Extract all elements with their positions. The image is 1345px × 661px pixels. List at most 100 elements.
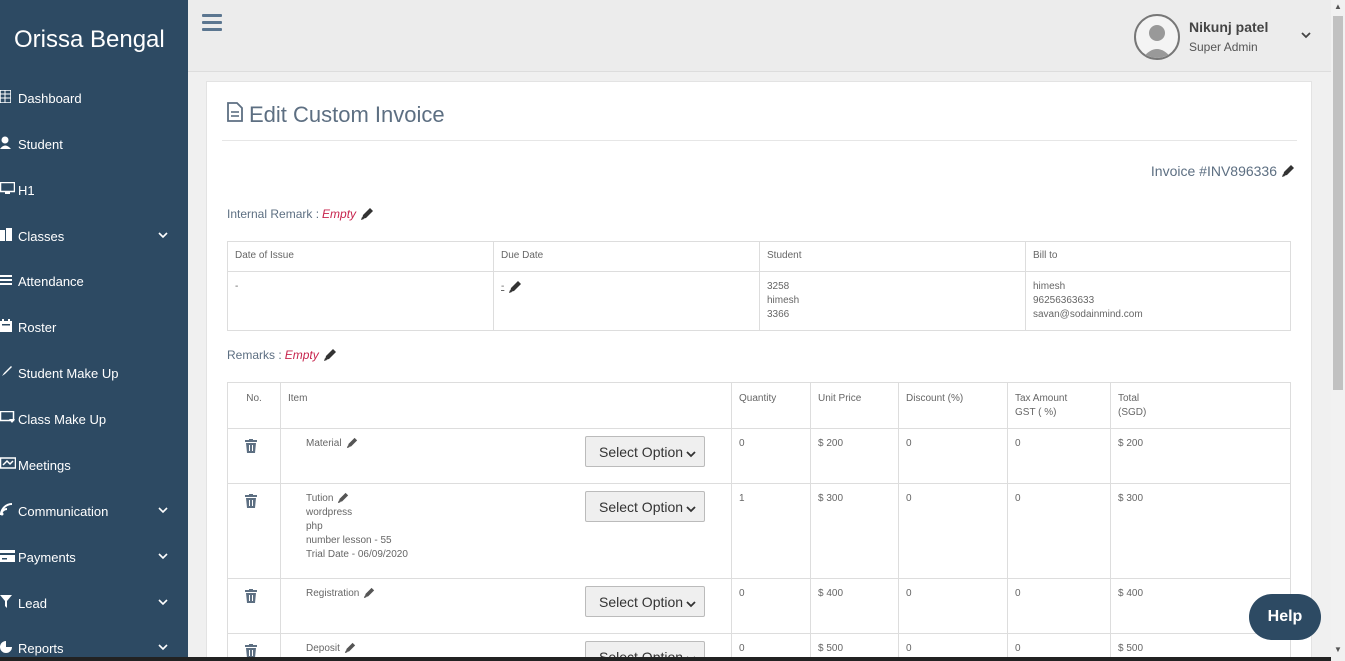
sidebar-item-attendance[interactable]: Attendance xyxy=(0,269,188,293)
item-option-select[interactable]: Select Option xyxy=(585,491,705,522)
chevron-down-icon xyxy=(158,503,168,517)
monitor-icon xyxy=(0,181,18,198)
edit-pencil-icon[interactable] xyxy=(363,587,377,601)
bill-to-line: 96256363633 xyxy=(1033,295,1095,306)
sidebar-item-student-make-up[interactable]: Student Make Up xyxy=(0,361,188,385)
sidebar-item-label: H1 xyxy=(18,182,35,198)
chevron-down-icon xyxy=(158,640,168,654)
scrollbar-thumb[interactable] xyxy=(1333,16,1343,390)
broadcast-icon xyxy=(0,503,18,519)
column-header: GST ( %) xyxy=(1015,407,1057,418)
filter-icon xyxy=(0,595,18,611)
page-title-text: Edit Custom Invoice xyxy=(249,102,445,127)
date-of-issue-value: - xyxy=(227,271,494,331)
item-cell: Material Select Option xyxy=(280,428,732,484)
edit-pencil-icon[interactable] xyxy=(360,207,374,221)
sidebar-item-payments[interactable]: Payments xyxy=(0,545,188,569)
trash-icon[interactable] xyxy=(245,494,257,513)
select-option-label: Select Option xyxy=(599,443,684,460)
user-name[interactable]: Nikunj patel xyxy=(1189,19,1268,35)
edit-pencil-icon[interactable] xyxy=(346,437,360,451)
sidebar-item-dashboard[interactable]: Dashboard xyxy=(0,86,188,110)
sidebar-item-meetings[interactable]: Meetings xyxy=(0,453,188,477)
due-date-value[interactable]: - xyxy=(501,280,504,294)
student-line: 3258 xyxy=(767,281,790,292)
sidebar-item-classes[interactable]: Classes xyxy=(0,224,188,248)
item-option-select[interactable]: Select Option xyxy=(585,436,705,467)
select-option-label: Select Option xyxy=(599,593,684,610)
trash-icon[interactable] xyxy=(245,439,257,458)
sidebar-item-label: Lead xyxy=(18,595,47,611)
invoice-number: Invoice #INV896336 xyxy=(1151,163,1295,179)
divider xyxy=(222,140,1297,141)
internal-remark: Internal Remark : Empty xyxy=(227,207,374,221)
sidebar-item-h1[interactable]: H1 xyxy=(0,178,188,202)
row-actions xyxy=(227,578,281,634)
discount-value: 0 xyxy=(898,428,1008,484)
item-detail: number lesson - 55 xyxy=(306,535,392,546)
topbar: Nikunj patel Super Admin xyxy=(188,0,1331,72)
sidebar-item-communication[interactable]: Communication xyxy=(0,499,188,523)
edit-pencil-icon[interactable] xyxy=(1281,164,1295,178)
rocket-icon xyxy=(0,365,18,381)
student-cell: 3258 himesh 3366 xyxy=(759,271,1026,331)
sidebar-item-label: Student Make Up xyxy=(18,365,119,381)
item-name-text: Deposit xyxy=(306,643,340,654)
sidebar-item-student[interactable]: Student xyxy=(0,132,188,156)
student-icon xyxy=(0,136,18,152)
user-menu-chevron-icon[interactable] xyxy=(1301,28,1311,42)
sidebar-item-lead[interactable]: Lead xyxy=(0,591,188,615)
scroll-down-arrow-icon[interactable]: ▼ xyxy=(1334,645,1342,654)
chevron-down-icon xyxy=(686,446,696,460)
sidebar-item-label: Attendance xyxy=(18,273,84,289)
chevron-down-icon xyxy=(686,501,696,515)
classroom-icon xyxy=(0,410,18,427)
total-value: $ 200 xyxy=(1110,428,1291,484)
item-cell: Tution wordpress php number lesson - 55 … xyxy=(280,483,732,579)
unit-price-value: $ 300 xyxy=(810,483,899,579)
table-row: Registration Select Option 0 $ 400 0 0 $… xyxy=(227,578,1291,634)
quantity-value: 1 xyxy=(731,483,811,579)
student-line: 3366 xyxy=(767,309,790,320)
tax-value: 0 xyxy=(1007,483,1111,579)
tax-value: 0 xyxy=(1007,578,1111,634)
row-actions xyxy=(227,428,281,484)
due-date-cell: - xyxy=(493,271,760,331)
item-option-select[interactable]: Select Option xyxy=(585,586,705,617)
user-role: Super Admin xyxy=(1189,40,1258,54)
help-button[interactable]: Help xyxy=(1249,594,1321,640)
bill-to-cell: himesh 96256363633 savan@sodainmind.com xyxy=(1025,271,1291,331)
internal-remark-value: Empty xyxy=(322,207,357,221)
column-header: Due Date xyxy=(493,241,760,272)
vertical-scrollbar[interactable]: ▲ ▼ xyxy=(1331,0,1345,661)
dashboard-icon xyxy=(0,89,18,106)
credit-card-icon xyxy=(0,549,18,565)
sidebar-item-label: Roster xyxy=(18,319,57,335)
column-header: Quantity xyxy=(731,382,811,429)
item-name-text: Tution xyxy=(306,493,334,504)
edit-pencil-icon[interactable] xyxy=(323,348,337,362)
sidebar-item-label: Class Make Up xyxy=(18,411,107,427)
column-header: Bill to xyxy=(1025,241,1291,272)
brand-title: Orissa Bengal xyxy=(14,26,165,53)
avatar[interactable] xyxy=(1134,14,1180,60)
column-header: Tax Amount xyxy=(1015,393,1068,404)
quantity-value: 0 xyxy=(731,578,811,634)
scroll-up-arrow-icon[interactable]: ▲ xyxy=(1334,2,1342,11)
remarks: Remarks : Empty xyxy=(227,348,337,362)
edit-pencil-icon[interactable] xyxy=(508,280,522,294)
discount-value: 0 xyxy=(898,578,1008,634)
invoice-items-table: No. Item Quantity Unit Price Discount (%… xyxy=(227,382,1291,661)
sidebar-item-roster[interactable]: Roster xyxy=(0,315,188,339)
edit-pencil-icon[interactable] xyxy=(344,642,358,656)
trash-icon[interactable] xyxy=(245,589,257,608)
menu-toggle-icon[interactable] xyxy=(202,14,222,32)
unit-price-value: $ 200 xyxy=(810,428,899,484)
bill-to-line: savan@sodainmind.com xyxy=(1033,309,1143,320)
table-row: Tution wordpress php number lesson - 55 … xyxy=(227,483,1291,579)
list-icon xyxy=(0,274,18,289)
calendar-icon xyxy=(0,319,18,335)
sidebar-item-class-make-up[interactable]: Class Make Up xyxy=(0,407,188,431)
edit-pencil-icon[interactable] xyxy=(337,492,351,506)
sidebar-item-label: Classes xyxy=(18,228,65,244)
